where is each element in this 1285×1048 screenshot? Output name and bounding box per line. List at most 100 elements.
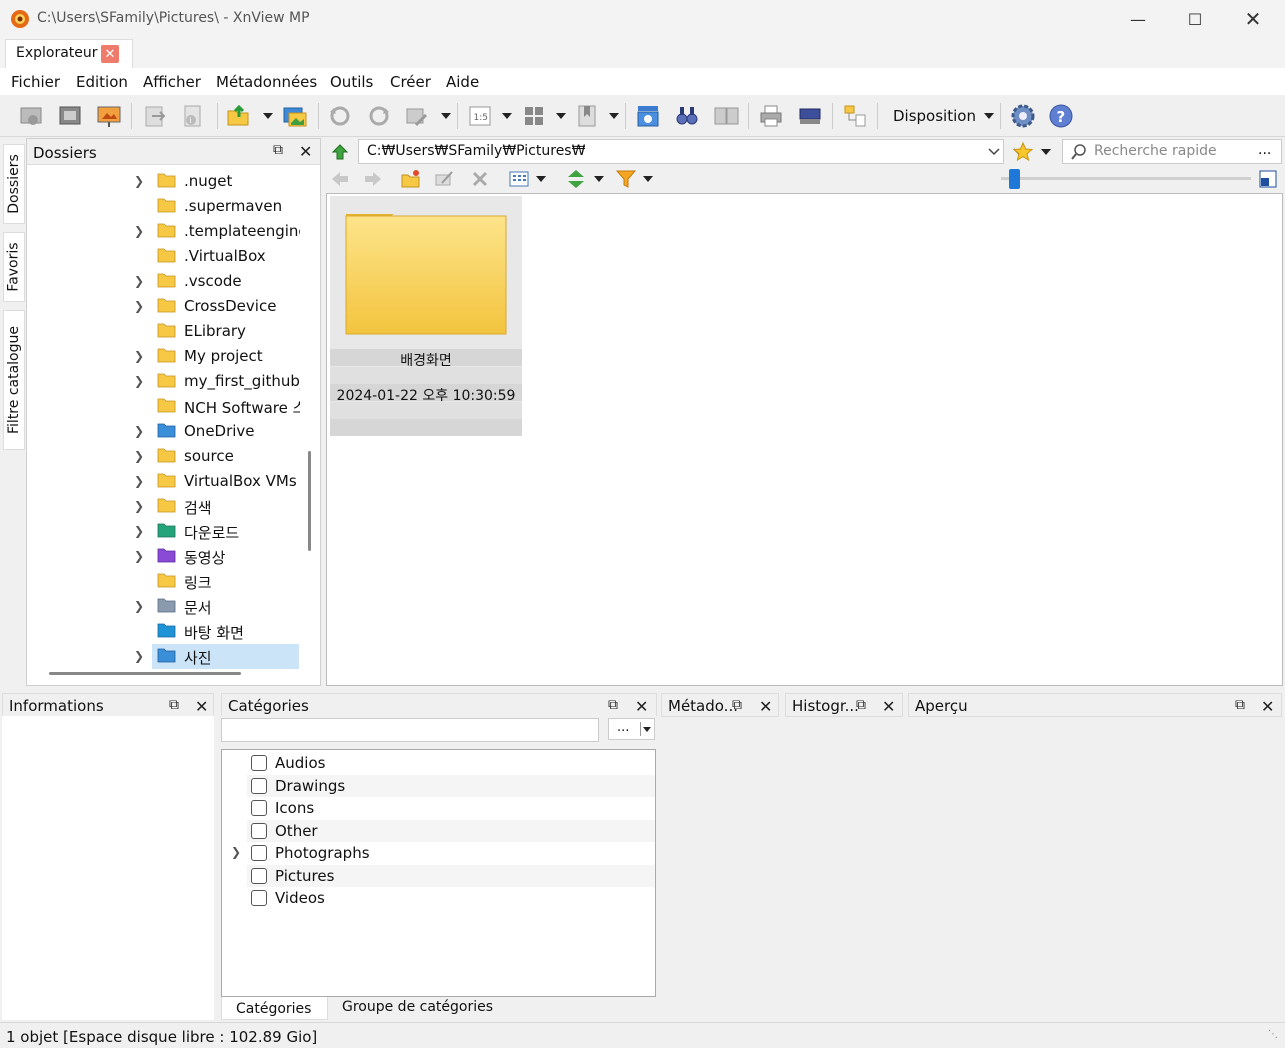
- folder-tree-item[interactable]: ❯ .nuget: [27, 169, 299, 194]
- float-panel-icon[interactable]: ⧉: [1235, 697, 1245, 713]
- menu-aide[interactable]: Aide: [446, 73, 479, 91]
- chevron-right-icon[interactable]: ❯: [134, 649, 144, 663]
- new-folder-icon[interactable]: [401, 169, 421, 189]
- category-checkbox[interactable]: [251, 822, 267, 839]
- minimize-button[interactable]: —: [1109, 0, 1167, 38]
- metadata-panel-header[interactable]: Métado... ⧉ ✕: [661, 693, 779, 717]
- help-button[interactable]: ?: [1047, 102, 1075, 130]
- bookmark-button[interactable]: [573, 102, 601, 130]
- folder-tree-item[interactable]: ❯ source: [27, 444, 299, 469]
- chevron-right-icon[interactable]: ❯: [134, 424, 144, 438]
- chevron-right-icon[interactable]: ❯: [134, 274, 144, 288]
- close-panel-icon[interactable]: ✕: [1261, 697, 1274, 716]
- chevron-right-icon[interactable]: ❯: [134, 374, 144, 388]
- slideshow-button[interactable]: [95, 102, 123, 130]
- side-tab-filtre-catalogue[interactable]: Filtre catalogue: [3, 310, 25, 450]
- tab-explorer[interactable]: Explorateur ✕: [5, 39, 133, 68]
- search-more-button[interactable]: ...: [1258, 142, 1271, 158]
- thumbnails-view-button[interactable]: [520, 102, 548, 130]
- chevron-right-icon[interactable]: ❯: [134, 349, 144, 363]
- float-panel-icon[interactable]: ⧉: [273, 142, 283, 158]
- viewer-button[interactable]: [17, 102, 45, 130]
- rotate-left-button[interactable]: [326, 102, 354, 130]
- tree-horizontal-scrollbar[interactable]: [49, 672, 241, 675]
- menu-afficher[interactable]: Afficher: [143, 73, 201, 91]
- chevron-right-icon[interactable]: ❯: [134, 224, 144, 238]
- chevron-right-icon[interactable]: ❯: [231, 845, 241, 859]
- layout-button[interactable]: Disposition: [893, 107, 976, 125]
- menu-metadonnees[interactable]: Métadonnées: [216, 73, 317, 91]
- tab-categories[interactable]: Catégories: [221, 997, 328, 1020]
- favorite-dropdown-caret[interactable]: [1041, 149, 1051, 155]
- float-panel-icon[interactable]: ⧉: [732, 697, 742, 713]
- folder-tree-item[interactable]: ❯ .vscode: [27, 269, 299, 294]
- rename-icon[interactable]: [434, 169, 454, 189]
- filter-icon[interactable]: [615, 168, 637, 190]
- chevron-right-icon[interactable]: ❯: [134, 174, 144, 188]
- folder-tree-item[interactable]: 바탕 화면: [27, 619, 299, 644]
- tree-scrollbar[interactable]: [308, 451, 311, 551]
- view-mode-caret[interactable]: [536, 176, 546, 182]
- sort-caret[interactable]: [594, 176, 604, 182]
- close-panel-icon[interactable]: ✕: [635, 697, 648, 716]
- compare-button[interactable]: [712, 102, 740, 130]
- close-panel-icon[interactable]: ✕: [882, 697, 895, 716]
- export-button[interactable]: [141, 102, 169, 130]
- zoom-ratio-button[interactable]: 1:5: [466, 102, 494, 130]
- category-checkbox[interactable]: [251, 755, 267, 771]
- category-item[interactable]: Other: [247, 819, 655, 842]
- fullscreen-button[interactable]: [56, 102, 84, 130]
- category-item[interactable]: Icons: [247, 797, 655, 819]
- transform-button[interactable]: [403, 102, 431, 130]
- folder-tree-item[interactable]: NCH Software 스: [27, 394, 300, 419]
- view-mode-icon[interactable]: [508, 169, 530, 189]
- category-checkbox[interactable]: [251, 845, 267, 861]
- scan-button[interactable]: [796, 102, 824, 130]
- forward-arrow-icon[interactable]: [363, 169, 383, 189]
- folder-tree-item[interactable]: 링크: [27, 569, 299, 594]
- chevron-right-icon[interactable]: ❯: [134, 599, 144, 613]
- favorite-star-icon[interactable]: [1012, 141, 1034, 163]
- folder-tree-item[interactable]: ❯ 사진: [134, 644, 299, 669]
- capture-button[interactable]: [634, 102, 662, 130]
- folder-tree-item[interactable]: .VirtualBox: [27, 244, 299, 269]
- folder-tree-item[interactable]: ❯ 검색: [27, 494, 299, 519]
- folder-tree-item[interactable]: ❯ VirtualBox VMs: [27, 469, 299, 494]
- category-item[interactable]: ❯ Photographs: [231, 842, 655, 864]
- chevron-right-icon[interactable]: ❯: [134, 499, 144, 513]
- category-item[interactable]: Videos: [247, 887, 655, 909]
- chevron-right-icon[interactable]: ❯: [134, 549, 144, 563]
- back-arrow-icon[interactable]: [330, 169, 350, 189]
- close-tab-icon[interactable]: ✕: [101, 45, 119, 63]
- resize-grip-icon[interactable]: ⋱: [1268, 1029, 1278, 1040]
- chevron-right-icon[interactable]: ❯: [134, 474, 144, 488]
- category-checkbox[interactable]: [251, 890, 267, 906]
- close-panel-icon[interactable]: ✕: [759, 697, 772, 716]
- quick-search-field[interactable]: Recherche rapide ...: [1062, 139, 1282, 164]
- chevron-right-icon[interactable]: ❯: [134, 524, 144, 538]
- side-tab-dossiers[interactable]: Dossiers: [3, 144, 25, 224]
- folder-tree-item[interactable]: ❯ OneDrive: [27, 419, 299, 444]
- thumbnail-size-slider[interactable]: [1001, 177, 1251, 180]
- go-up-icon[interactable]: [330, 142, 350, 162]
- category-checkbox[interactable]: [251, 800, 267, 816]
- find-duplicates-button[interactable]: [673, 102, 701, 130]
- sort-icon[interactable]: [565, 168, 587, 190]
- menu-edition[interactable]: Edition: [76, 73, 128, 91]
- menu-outils[interactable]: Outils: [330, 73, 373, 91]
- address-field[interactable]: C:₩Users₩SFamily₩Pictures₩: [358, 139, 1004, 164]
- slider-handle[interactable]: [1009, 169, 1020, 189]
- folder-tree-item[interactable]: ❯ 동영상: [27, 544, 299, 569]
- float-panel-icon[interactable]: ⧉: [856, 697, 866, 713]
- address-dropdown-icon[interactable]: [987, 145, 1001, 159]
- folder-tree-item[interactable]: ELibrary: [27, 319, 299, 344]
- filter-caret[interactable]: [643, 176, 653, 182]
- maximize-button[interactable]: ☐: [1166, 0, 1224, 38]
- folder-tree-item[interactable]: ❯ 문서: [27, 594, 299, 619]
- delete-icon[interactable]: [470, 169, 490, 189]
- float-panel-icon[interactable]: ⧉: [608, 697, 618, 713]
- set-wallpaper-button[interactable]: [281, 102, 309, 130]
- folder-tree-item[interactable]: .supermaven: [27, 194, 299, 219]
- category-checkbox[interactable]: [251, 867, 267, 884]
- close-panel-icon[interactable]: ✕: [299, 142, 312, 161]
